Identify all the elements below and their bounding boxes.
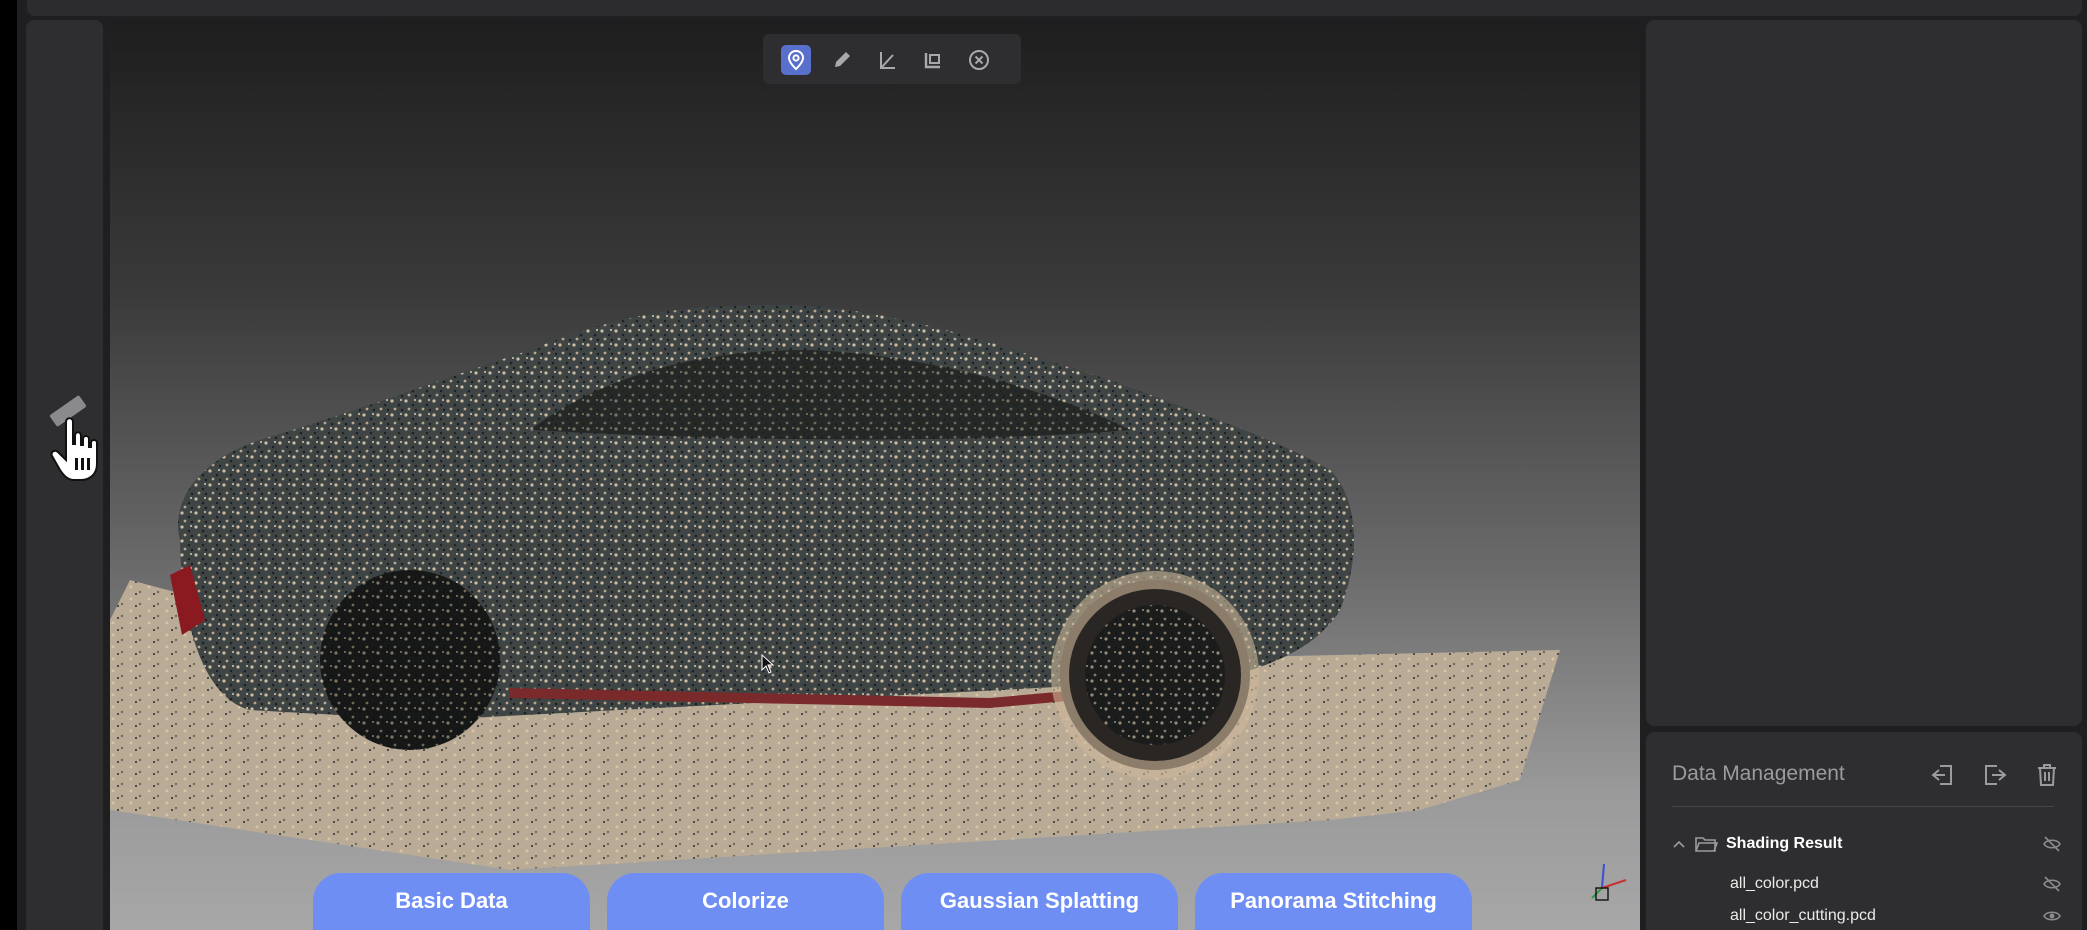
point-cloud-viewport[interactable]: Basic Data Colorize Gaussian Splatting P… [110,20,1640,930]
pan-hand-tool-icon[interactable] [44,392,104,492]
top-bar [27,0,2082,16]
pencil-tool[interactable] [827,45,857,75]
folder-label: Shading Result [1726,835,1843,852]
import-icon [1931,765,1952,785]
file-label: all_color.pcd [1730,875,1819,892]
app-window: Basic Data Colorize Gaussian Splatting P… [17,0,2087,930]
file-label: all_color_cutting.pcd [1730,907,1876,924]
left-tool-rail [26,20,103,930]
tab-panorama-stitching[interactable]: Panorama Stitching [1195,873,1472,930]
tree-file-all-color-cutting[interactable]: all_color_cutting.pcd [1672,902,2062,930]
pencil-icon [835,52,850,67]
eye-off-icon[interactable] [2042,874,2062,894]
car-point-cloud-image [110,305,1560,870]
delete-button[interactable] [2032,760,2062,790]
map-pin-icon [787,49,805,71]
tree-file-all-color[interactable]: all_color.pcd [1672,870,2062,898]
eye-icon[interactable] [2042,906,2062,926]
close-circle-icon [969,50,989,70]
import-button[interactable] [1928,760,1958,790]
tab-colorize[interactable]: Colorize [607,873,884,930]
axis-gizmo-icon [1591,863,1627,901]
data-management-title: Data Management [1672,762,1845,785]
divider [1672,806,2054,807]
export-icon [1985,765,2007,785]
measure-toolbar [763,34,1021,84]
angle-icon [880,52,895,69]
data-management-actions [1928,760,2062,790]
tab-gaussian-splatting[interactable]: Gaussian Splatting [901,873,1178,930]
point-marker-tool[interactable] [781,45,811,75]
folder-open-icon [1695,837,1718,852]
area-measure-tool[interactable] [918,45,948,75]
angle-measure-tool[interactable] [872,45,902,75]
area-icon [924,53,940,69]
export-button[interactable] [1980,760,2010,790]
mouse-pointer-icon [761,654,775,674]
data-management-panel: Data Management Shading Result all_color… [1646,732,2082,930]
chevron-up-icon[interactable] [1672,837,1686,851]
properties-panel [1646,20,2082,726]
trash-icon [2038,764,2056,786]
clear-tool[interactable] [964,45,994,75]
eye-off-icon[interactable] [2042,834,2062,854]
tree-folder-shading-result[interactable]: Shading Result [1672,830,2062,858]
tab-basic-data[interactable]: Basic Data [313,873,590,930]
